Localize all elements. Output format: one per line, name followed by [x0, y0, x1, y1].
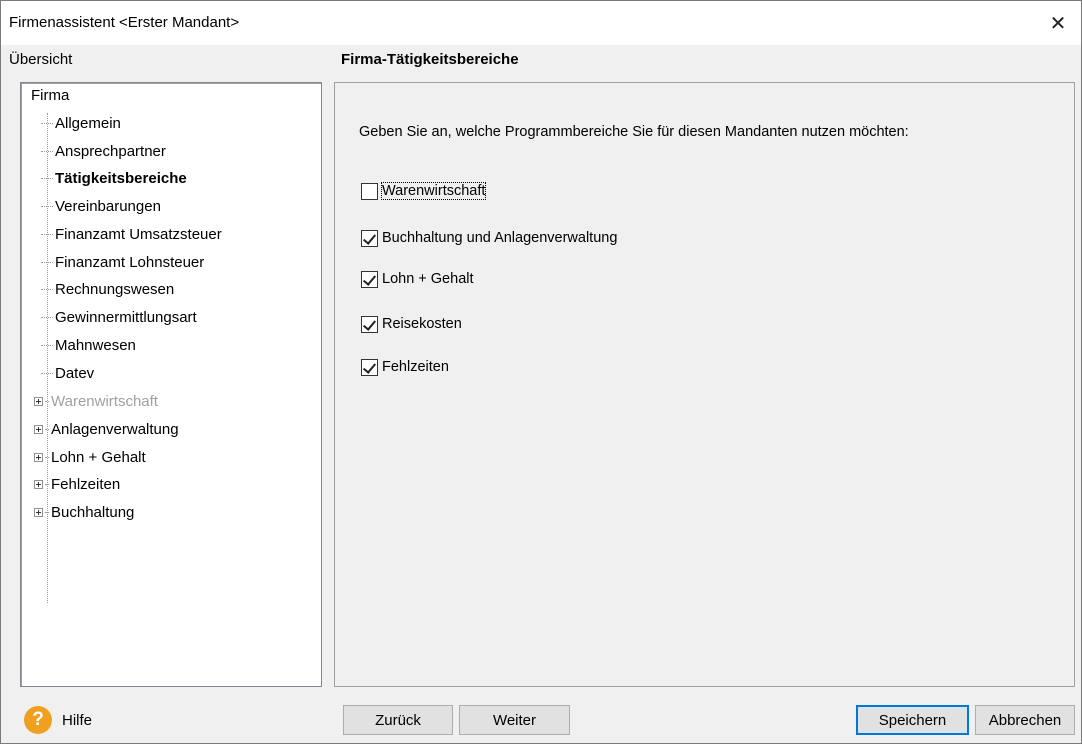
- tree-item-taetigkeitsbereiche[interactable]: Tätigkeitsbereiche: [41, 165, 311, 192]
- help-icon[interactable]: ?: [24, 706, 52, 734]
- expand-icon[interactable]: [34, 425, 43, 434]
- tree-item-label: Finanzamt Lohnsteuer: [55, 254, 205, 271]
- option-label: Lohn + Gehalt: [382, 271, 474, 287]
- tree-item-label: Anlagenverwaltung: [51, 421, 179, 438]
- cancel-button[interactable]: Abbrechen: [975, 705, 1075, 735]
- tree-item-label: Lohn + Gehalt: [51, 449, 146, 466]
- tree-item-label: Rechnungswesen: [55, 281, 175, 298]
- checkbox[interactable]: [361, 270, 378, 288]
- tree-item-mahnwesen[interactable]: Mahnwesen: [41, 332, 311, 359]
- option-label: Warenwirtschaft: [380, 182, 487, 200]
- help-label: Hilfe: [62, 711, 93, 729]
- checkbox[interactable]: [361, 229, 378, 247]
- checkbox[interactable]: [361, 358, 378, 376]
- tree-item-finanzamt-umsatzsteuer[interactable]: Finanzamt Umsatzsteuer: [41, 221, 311, 248]
- option-buchhaltung-anlagenverwaltung[interactable]: Buchhaltung und Anlagenverwaltung: [361, 227, 617, 249]
- tree-item-label: Mahnwesen: [55, 337, 136, 354]
- tree-item-anlagenverwaltung[interactable]: Anlagenverwaltung: [34, 416, 304, 443]
- tree-item-label: Gewinnermittlungsart: [55, 309, 197, 326]
- tree-item-rechnungswesen[interactable]: Rechnungswesen: [41, 276, 311, 303]
- close-icon[interactable]: ✕: [1035, 1, 1081, 45]
- expand-icon[interactable]: [34, 480, 43, 489]
- tree-item-allgemein[interactable]: Allgemein: [41, 110, 311, 137]
- content-panel: Geben Sie an, welche Programmbereiche Si…: [334, 82, 1075, 687]
- expand-icon[interactable]: [34, 508, 43, 517]
- save-button[interactable]: Speichern: [856, 705, 969, 735]
- back-button[interactable]: Zurück: [343, 705, 453, 735]
- option-label: Buchhaltung und Anlagenverwaltung: [382, 230, 618, 246]
- tree-item-label: Allgemein: [55, 115, 121, 132]
- tree-item-label: Vereinbarungen: [55, 198, 161, 215]
- overview-header: Übersicht: [9, 51, 73, 68]
- checkbox[interactable]: [361, 182, 378, 200]
- tree-item-label: Finanzamt Umsatzsteuer: [55, 226, 222, 243]
- tree-item-ansprechpartner[interactable]: Ansprechpartner: [41, 138, 311, 165]
- option-warenwirtschaft[interactable]: Warenwirtschaft: [361, 180, 487, 202]
- tree-item-datev[interactable]: Datev: [41, 360, 311, 387]
- title-bar: Firmenassistent <Erster Mandant> ✕: [1, 1, 1081, 45]
- tree-item-label: Warenwirtschaft: [51, 393, 158, 410]
- option-lohn-gehalt[interactable]: Lohn + Gehalt: [361, 268, 474, 290]
- option-reisekosten[interactable]: Reisekosten: [361, 313, 462, 335]
- window-title: Firmenassistent <Erster Mandant>: [9, 14, 240, 31]
- intro-text: Geben Sie an, welche Programmbereiche Si…: [359, 124, 909, 140]
- help-button[interactable]: ? Hilfe: [24, 706, 92, 734]
- wizard-window: Firmenassistent <Erster Mandant> ✕ Übers…: [0, 0, 1082, 744]
- tree-item-finanzamt-lohnsteuer[interactable]: Finanzamt Lohnsteuer: [41, 249, 311, 276]
- tree-item-buchhaltung[interactable]: Buchhaltung: [34, 499, 304, 526]
- expand-icon[interactable]: [34, 453, 43, 462]
- option-fehlzeiten[interactable]: Fehlzeiten: [361, 356, 449, 378]
- tree-item-label: Datev: [55, 365, 95, 382]
- tree-item-vereinbarungen[interactable]: Vereinbarungen: [41, 193, 311, 220]
- tree-item-label: Tätigkeitsbereiche: [55, 170, 187, 187]
- checkbox[interactable]: [361, 315, 378, 333]
- page-title: Firma-Tätigkeitsbereiche: [341, 51, 519, 68]
- tree-item-label: Buchhaltung: [51, 504, 135, 521]
- tree-item-lohn-gehalt[interactable]: Lohn + Gehalt: [34, 444, 304, 471]
- tree-item-warenwirtschaft[interactable]: Warenwirtschaft: [34, 388, 304, 415]
- tree-root-firma[interactable]: Firma: [31, 87, 69, 104]
- tree-item-label: Fehlzeiten: [51, 476, 121, 493]
- tree-item-label: Ansprechpartner: [55, 143, 166, 160]
- tree-item-fehlzeiten[interactable]: Fehlzeiten: [34, 471, 304, 498]
- navigation-tree[interactable]: Firma Allgemein Ansprechpartner Tätigkei…: [20, 82, 322, 687]
- option-label: Reisekosten: [382, 316, 462, 332]
- tree-item-gewinnermittlungsart[interactable]: Gewinnermittlungsart: [41, 304, 311, 331]
- expand-icon[interactable]: [34, 397, 43, 406]
- option-label: Fehlzeiten: [382, 359, 449, 375]
- next-button[interactable]: Weiter: [459, 705, 570, 735]
